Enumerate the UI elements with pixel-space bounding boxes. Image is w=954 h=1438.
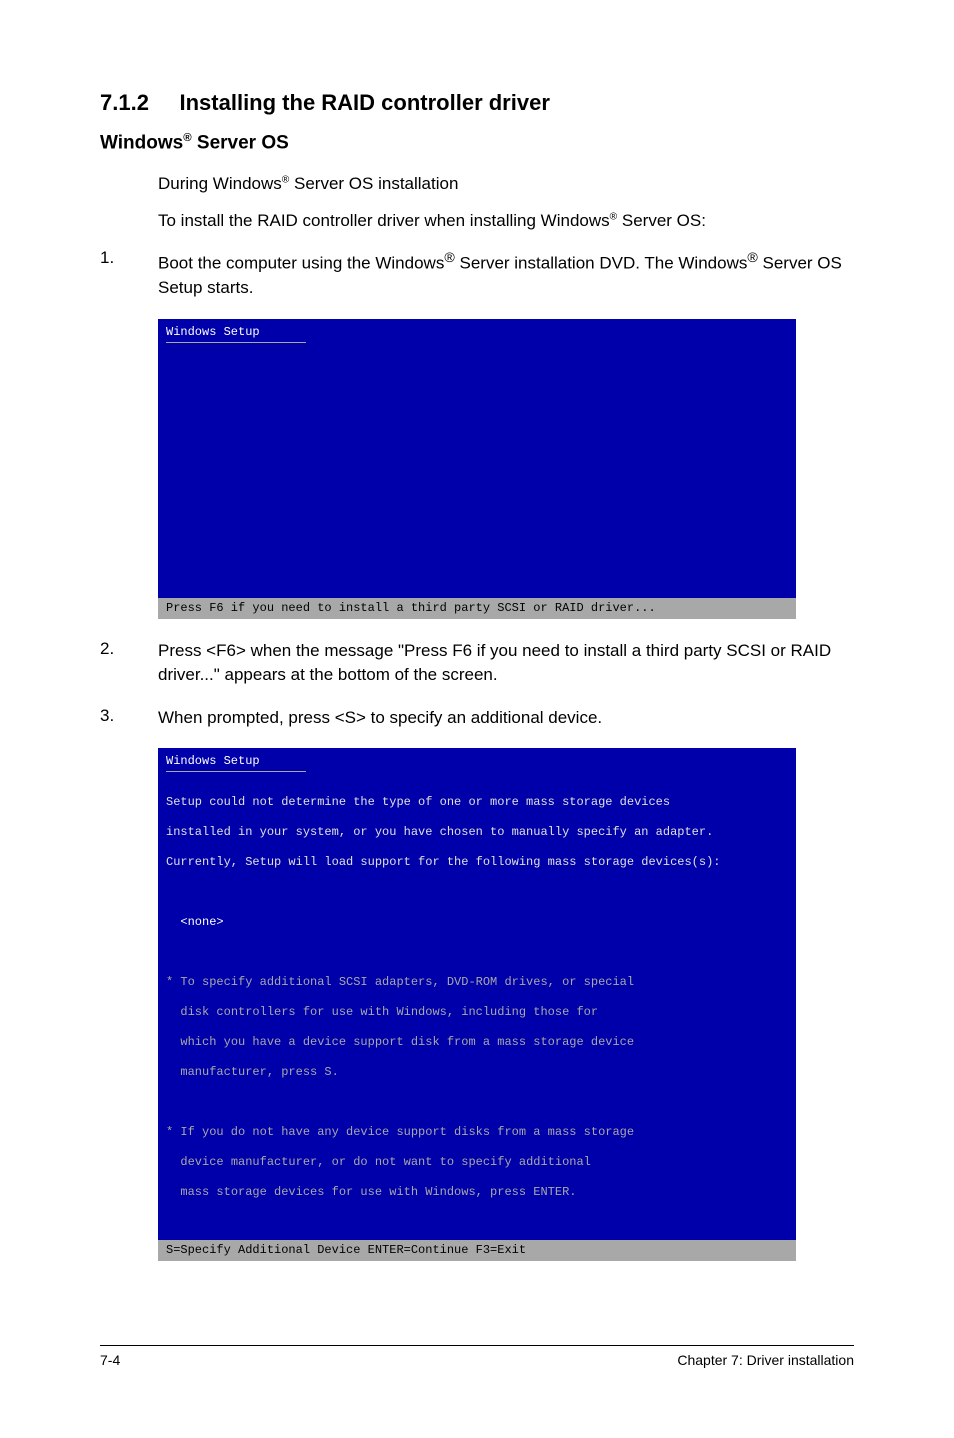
registered-mark: ®: [183, 132, 191, 144]
footer-page-number: 7-4: [100, 1352, 140, 1368]
registered-mark: ®: [444, 250, 454, 266]
setup-line: disk controllers for use with Windows, i…: [166, 1005, 788, 1020]
footer-chapter: Chapter 7: Driver installation: [677, 1352, 854, 1368]
setup-line: * If you do not have any device support …: [166, 1125, 788, 1140]
section-title: Installing the RAID controller driver: [180, 90, 550, 115]
section-heading: 7.1.2 Installing the RAID controller dri…: [100, 90, 854, 116]
page-footer: 7-4 Chapter 7: Driver installation: [100, 1345, 854, 1368]
setup-title: Windows Setup: [158, 748, 796, 771]
setup-line: Setup could not determine the type of on…: [166, 795, 788, 810]
intro-line-2: To install the RAID controller driver wh…: [158, 209, 854, 234]
intro-1-prefix: During Windows: [158, 174, 282, 193]
setup-underline: [166, 342, 306, 343]
setup-title: Windows Setup: [158, 319, 796, 342]
setup-empty-area: [158, 347, 796, 598]
step-number: 3.: [100, 706, 158, 731]
setup-line: manufacturer, press S.: [166, 1065, 788, 1080]
windows-setup-screen-2: Windows Setup Setup could not determine …: [158, 748, 796, 1261]
registered-mark: ®: [747, 250, 757, 266]
step-text: Press <F6> when the message "Press F6 if…: [158, 639, 854, 688]
subheading-prefix: Windows: [100, 132, 183, 153]
section-number: 7.1.2: [100, 90, 149, 115]
intro-line-1: During Windows® Server OS installation: [158, 172, 854, 197]
setup-line: device manufacturer, or do not want to s…: [166, 1155, 788, 1170]
step-number: 1.: [100, 248, 158, 301]
setup-line: which you have a device support disk fro…: [166, 1035, 788, 1050]
step1-b: Server installation DVD. The Windows: [455, 253, 748, 272]
setup-line: * To specify additional SCSI adapters, D…: [166, 975, 788, 990]
step-2: 2. Press <F6> when the message "Press F6…: [100, 639, 854, 688]
step-3: 3. When prompted, press <S> to specify a…: [100, 706, 854, 731]
subheading-suffix: Server OS: [192, 132, 289, 153]
step-1: 1. Boot the computer using the Windows® …: [100, 248, 854, 301]
setup-line: installed in your system, or you have ch…: [166, 825, 788, 840]
setup-line: mass storage devices for use with Window…: [166, 1185, 788, 1200]
step-text: When prompted, press <S> to specify an a…: [158, 706, 854, 731]
sub-heading: Windows® Server OS: [100, 132, 854, 154]
setup-body: Setup could not determine the type of on…: [158, 776, 796, 1240]
step1-a: Boot the computer using the Windows: [158, 253, 444, 272]
setup-line: Currently, Setup will load support for t…: [166, 855, 788, 870]
step-text: Boot the computer using the Windows® Ser…: [158, 248, 854, 301]
intro-2-prefix: To install the RAID controller driver wh…: [158, 211, 610, 230]
intro-2-suffix: Server OS:: [617, 211, 706, 230]
setup-statusbar: Press F6 if you need to install a third …: [158, 598, 796, 619]
windows-setup-screen-1: Windows Setup Press F6 if you need to in…: [158, 319, 796, 619]
step-number: 2.: [100, 639, 158, 688]
setup-statusbar: S=Specify Additional Device ENTER=Contin…: [158, 1240, 796, 1261]
setup-underline: [166, 771, 306, 772]
setup-none: <none>: [166, 915, 788, 930]
intro-1-suffix: Server OS installation: [289, 174, 458, 193]
